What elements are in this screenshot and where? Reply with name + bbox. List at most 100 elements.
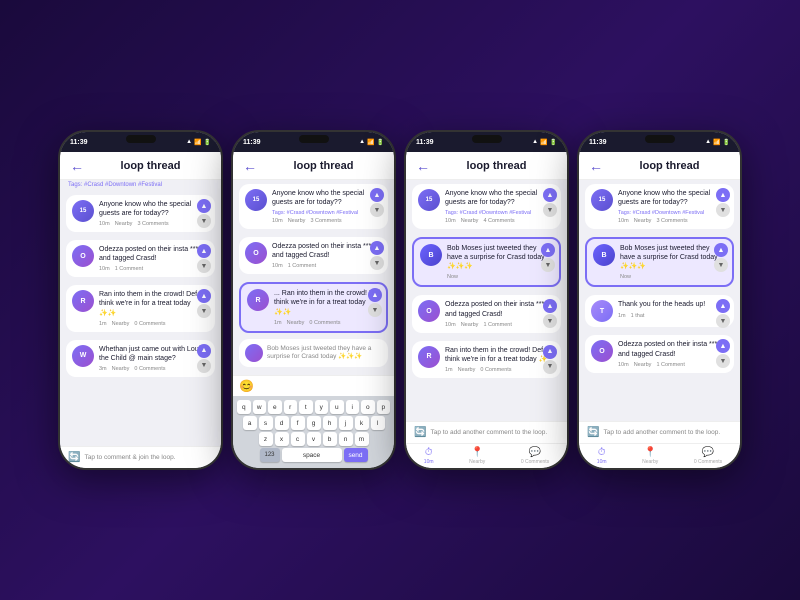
- keyboard[interactable]: qwertyuiopasdfghjklzxcvbnm 123 space sen…: [233, 396, 394, 468]
- key-123[interactable]: 123: [260, 448, 280, 462]
- thread-post[interactable]: OOdezza posted on their insta *****' and…: [66, 240, 215, 277]
- thread-post[interactable]: RRan into them in the crowd! Def think w…: [66, 285, 215, 331]
- emoji-icon[interactable]: 😊: [239, 379, 254, 393]
- vote-buttons[interactable]: ▲ ▼: [197, 344, 211, 373]
- nav-home[interactable]: ⏱10m: [424, 447, 434, 465]
- key-l[interactable]: l: [371, 416, 385, 430]
- key-v[interactable]: v: [307, 432, 321, 446]
- thread-post[interactable]: OOdezza posted on their insta *****' and…: [239, 237, 388, 274]
- upvote-button[interactable]: ▲: [197, 344, 211, 358]
- upvote-button[interactable]: ▲: [370, 188, 384, 202]
- key-x[interactable]: x: [275, 432, 289, 446]
- key-n[interactable]: n: [339, 432, 353, 446]
- key-z[interactable]: z: [259, 432, 273, 446]
- downvote-button[interactable]: ▼: [543, 203, 557, 217]
- downvote-button[interactable]: ▼: [368, 303, 382, 317]
- key-m[interactable]: m: [355, 432, 369, 446]
- back-button[interactable]: ←: [589, 158, 603, 174]
- back-button[interactable]: ←: [416, 158, 430, 174]
- vote-buttons[interactable]: ▲ ▼: [368, 288, 382, 317]
- vote-buttons[interactable]: ▲ ▼: [541, 243, 555, 272]
- key-j[interactable]: j: [339, 416, 353, 430]
- upvote-button[interactable]: ▲: [714, 243, 728, 257]
- thread-post[interactable]: OOdezza posted on their insta ***** and …: [585, 335, 734, 372]
- key-o[interactable]: o: [361, 400, 375, 414]
- upvote-button[interactable]: ▲: [543, 345, 557, 359]
- downvote-button[interactable]: ▼: [714, 258, 728, 272]
- upvote-button[interactable]: ▲: [197, 244, 211, 258]
- nav-nearby[interactable]: 📍Nearby: [469, 447, 485, 465]
- thread-post[interactable]: BBob Moses just tweeted they have a surp…: [585, 237, 734, 287]
- thread-post[interactable]: R... Ran into them in the crowd! Def thi…: [239, 282, 388, 332]
- bottom-input-bar[interactable]: 🔄 Tap to add another comment to the loop…: [579, 421, 740, 443]
- key-y[interactable]: y: [315, 400, 329, 414]
- nav-comments[interactable]: 💬0 Comments: [694, 447, 722, 465]
- downvote-button[interactable]: ▼: [716, 314, 730, 328]
- key-c[interactable]: c: [291, 432, 305, 446]
- key-f[interactable]: f: [291, 416, 305, 430]
- nav-home[interactable]: ⏱10m: [597, 447, 607, 465]
- key-w[interactable]: w: [253, 400, 267, 414]
- upvote-button[interactable]: ▲: [716, 339, 730, 353]
- compose-area[interactable]: Bob Moses just tweeted they have a surpr…: [239, 339, 388, 367]
- thread-post[interactable]: OOdezza posted on their insta *****' and…: [412, 295, 561, 332]
- key-u[interactable]: u: [330, 400, 344, 414]
- key-e[interactable]: e: [268, 400, 282, 414]
- upvote-button[interactable]: ▲: [197, 289, 211, 303]
- key-k[interactable]: k: [355, 416, 369, 430]
- downvote-button[interactable]: ▼: [197, 259, 211, 273]
- downvote-button[interactable]: ▼: [543, 360, 557, 374]
- vote-buttons[interactable]: ▲ ▼: [197, 199, 211, 228]
- upvote-button[interactable]: ▲: [543, 188, 557, 202]
- key-send[interactable]: send: [344, 448, 368, 462]
- key-a[interactable]: a: [243, 416, 257, 430]
- key-i[interactable]: i: [346, 400, 360, 414]
- upvote-button[interactable]: ▲: [541, 243, 555, 257]
- thread-post[interactable]: TThank you for the heads up!1m1 that ▲ ▼: [585, 295, 734, 327]
- vote-buttons[interactable]: ▲ ▼: [543, 188, 557, 217]
- downvote-button[interactable]: ▼: [716, 354, 730, 368]
- downvote-button[interactable]: ▼: [370, 203, 384, 217]
- downvote-button[interactable]: ▼: [370, 256, 384, 270]
- thread-post[interactable]: 15Anyone know who the special guests are…: [412, 184, 561, 229]
- key-h[interactable]: h: [323, 416, 337, 430]
- upvote-button[interactable]: ▲: [716, 299, 730, 313]
- back-button[interactable]: ←: [70, 158, 84, 174]
- key-q[interactable]: q: [237, 400, 251, 414]
- vote-buttons[interactable]: ▲ ▼: [197, 289, 211, 318]
- bottom-input-bar[interactable]: 🔄 Tap to comment & join the loop.: [60, 446, 221, 468]
- thread-post[interactable]: 15Anyone know who the special guests are…: [239, 184, 388, 229]
- downvote-button[interactable]: ▼: [197, 359, 211, 373]
- vote-buttons[interactable]: ▲ ▼: [716, 339, 730, 368]
- key-b[interactable]: b: [323, 432, 337, 446]
- vote-buttons[interactable]: ▲ ▼: [716, 188, 730, 217]
- vote-buttons[interactable]: ▲ ▼: [716, 299, 730, 328]
- downvote-button[interactable]: ▼: [543, 314, 557, 328]
- downvote-button[interactable]: ▼: [716, 203, 730, 217]
- bottom-input-bar[interactable]: 🔄 Tap to add another comment to the loop…: [406, 421, 567, 443]
- vote-buttons[interactable]: ▲ ▼: [370, 241, 384, 270]
- thread-post[interactable]: BBob Moses just tweeted they have a surp…: [412, 237, 561, 287]
- key-r[interactable]: r: [284, 400, 298, 414]
- thread-post[interactable]: WWhethan just came out with Louis the Ch…: [66, 340, 215, 377]
- vote-buttons[interactable]: ▲ ▼: [714, 243, 728, 272]
- downvote-button[interactable]: ▼: [197, 214, 211, 228]
- upvote-button[interactable]: ▲: [370, 241, 384, 255]
- downvote-button[interactable]: ▼: [197, 304, 211, 318]
- upvote-button[interactable]: ▲: [543, 299, 557, 313]
- upvote-button[interactable]: ▲: [716, 188, 730, 202]
- nav-nearby[interactable]: 📍Nearby: [642, 447, 658, 465]
- downvote-button[interactable]: ▼: [541, 258, 555, 272]
- key-d[interactable]: d: [275, 416, 289, 430]
- vote-buttons[interactable]: ▲ ▼: [370, 188, 384, 217]
- vote-buttons[interactable]: ▲ ▼: [543, 345, 557, 374]
- vote-buttons[interactable]: ▲ ▼: [543, 299, 557, 328]
- key-s[interactable]: s: [259, 416, 273, 430]
- nav-comments[interactable]: 💬0 Comments: [521, 447, 549, 465]
- key-space[interactable]: space: [282, 448, 342, 462]
- vote-buttons[interactable]: ▲ ▼: [197, 244, 211, 273]
- key-t[interactable]: t: [299, 400, 313, 414]
- thread-post[interactable]: 15Anyone know who the special guests are…: [66, 195, 215, 232]
- thread-post[interactable]: RRan into them in the crowd! Def think w…: [412, 341, 561, 378]
- upvote-button[interactable]: ▲: [368, 288, 382, 302]
